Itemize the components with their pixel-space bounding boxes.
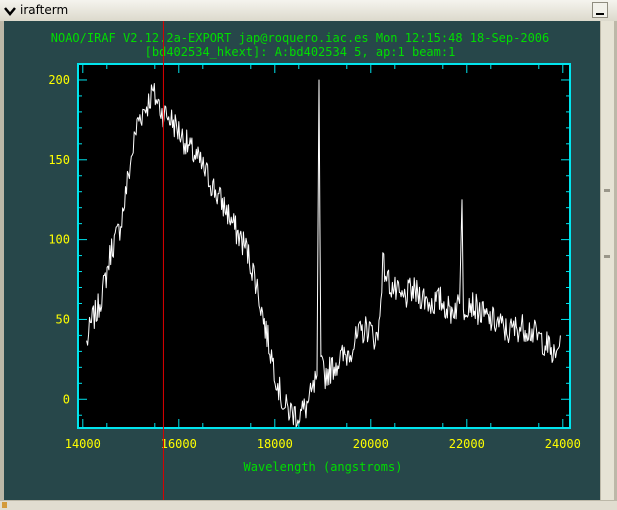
plot-svg: NOAO/IRAF V2.12.2a-EXPORT jap@roquero.ia… [48,21,581,500]
x-tick-label: 18000 [257,437,293,451]
resize-grip[interactable] [2,502,7,508]
window-titlebar[interactable]: irafterm [0,0,617,22]
window-title: irafterm [20,3,69,17]
window-menu-icon[interactable] [3,3,17,17]
x-axis-label: Wavelength (angstroms) [244,460,403,474]
irafterm-canvas[interactable]: NOAO/IRAF V2.12.2a-EXPORT jap@roquero.ia… [4,21,600,500]
x-tick-label: 22000 [449,437,485,451]
minimize-icon [596,13,604,15]
y-tick-label: 0 [63,392,70,406]
x-tick-label: 14000 [65,437,101,451]
y-tick-label: 200 [48,73,70,87]
x-tick-label: 24000 [545,437,581,451]
x-tick-label: 20000 [353,437,389,451]
scroll-grip-mark [604,255,610,258]
minimize-button[interactable] [592,2,608,18]
y-tick-label: 100 [48,233,70,247]
y-tick-label: 50 [56,312,70,326]
plot-header-line1: NOAO/IRAF V2.12.2a-EXPORT jap@roquero.ia… [51,31,550,45]
x-tick-label: 16000 [161,437,197,451]
plot-header-line2: [bd402534_hkext]: A:bd402534 5, ap:1 bea… [145,45,456,59]
scroll-grip-mark [604,189,610,192]
vertical-scrollbar[interactable] [600,21,614,509]
y-tick-label: 150 [48,153,70,167]
